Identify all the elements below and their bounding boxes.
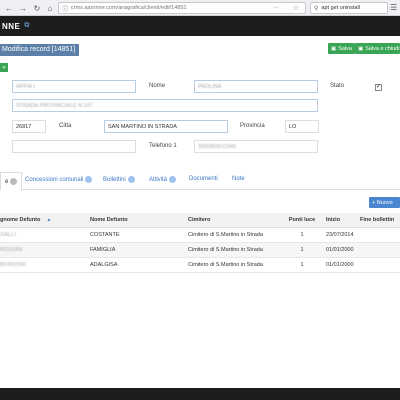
tab-note[interactable]: Note (232, 176, 245, 182)
count-badge (169, 176, 177, 183)
tab-attivita[interactable]: Attività (149, 176, 177, 183)
save-label: Salva (338, 45, 352, 52)
external-link-icon[interactable]: ⧉ (24, 22, 29, 30)
provincia-label: Provincia (240, 123, 265, 129)
col-fine[interactable]: Fine bollettin (358, 213, 400, 228)
defunti-table: gnome Defunto ▲ Nome Defunto Cimitero Pun… (0, 213, 400, 273)
count-badge (85, 176, 93, 183)
count-badge (127, 176, 135, 183)
col-nome[interactable]: Nome Defunto (86, 213, 184, 228)
save-close-button[interactable]: ▣ Salva e chiudi (355, 43, 400, 54)
telefono-label: Telefono 1 (149, 143, 177, 149)
app-header: NNE ⧉ (0, 16, 400, 36)
indirizzo-field[interactable]: STRADA PROVINCIALE N.107 (12, 99, 318, 112)
telefono-field[interactable]: 3356809/12345 (194, 140, 318, 153)
table-row[interactable]: BORDONI ADALGISA Cimitero di S.Martino i… (0, 257, 400, 273)
nome-label: Nome (149, 83, 166, 89)
search-text: apt get uninstall (321, 5, 360, 11)
save-icon: ▣ (331, 45, 337, 52)
url-bar[interactable]: ⓘ crms.aaronne.com/anagrafica/clienti/ed… (58, 2, 306, 14)
page-actions-icon[interactable]: ··· (273, 5, 279, 11)
save-close-label: Salva e chiudi (365, 45, 400, 52)
count-badge (10, 178, 18, 185)
browser-search-input[interactable]: ⚲ apt get uninstall (310, 2, 388, 14)
page-title: Modifica record [14851] (0, 44, 80, 56)
url-text: crms.aaronne.com/anagrafica/clienti/edit… (71, 5, 187, 11)
hamburger-icon[interactable]: ☰ (390, 3, 400, 12)
citta-label: Citta (59, 123, 72, 129)
col-punti-luce[interactable]: Punti luce (282, 213, 322, 228)
lock-icon: ⓘ (62, 6, 69, 13)
record-tabs: e Concessioni comunali Bollettini Attivi… (0, 172, 400, 191)
citta-field[interactable]: SAN MARTINO IN STRADA (104, 120, 228, 133)
extra-field[interactable] (12, 140, 136, 153)
reload-icon[interactable]: ↻ (30, 1, 44, 15)
stato-checkbox[interactable]: ✓ (375, 84, 382, 91)
tab-main[interactable]: e (0, 172, 23, 191)
col-cimitero[interactable]: Cimitero (184, 213, 282, 228)
nome-field[interactable]: PAOLINA (194, 80, 318, 93)
col-inizio[interactable]: Inizio (322, 213, 358, 228)
back-icon[interactable]: ← (2, 1, 16, 15)
new-button[interactable]: + Nuovo (369, 197, 400, 208)
search-icon: ⚲ (314, 5, 319, 12)
plus-icon: + (372, 199, 376, 206)
tab-bollettini[interactable]: Bollettini (103, 176, 135, 183)
table-header-row: gnome Defunto ▲ Nome Defunto Cimitero Pun… (0, 213, 400, 228)
star-icon[interactable]: ☆ (293, 4, 299, 12)
table-row[interactable]: ROSSINI FAMIGLIA Cimitero di S.Martino i… (0, 242, 400, 258)
provincia-field[interactable]: LO (285, 120, 319, 133)
browser-toolbar: ← → ↻ ⌂ ⓘ crms.aaronne.com/anagrafica/cl… (0, 0, 400, 16)
stato-label: Stato (330, 83, 345, 89)
brand-logo[interactable]: NNE (2, 22, 20, 31)
sort-up-icon: ▲ (46, 216, 52, 223)
col-cognome[interactable]: gnome Defunto ▲ (0, 213, 86, 228)
save-icon: ▣ (358, 45, 364, 52)
tab-concessioni[interactable]: Concessioni comunali (25, 176, 93, 183)
expand-toggle[interactable]: » (0, 63, 8, 72)
table-row[interactable]: GALLI COSTANTE Cimitero di S.Martino in … (0, 227, 400, 243)
home-icon[interactable]: ⌂ (43, 1, 57, 15)
cap-field[interactable]: 26817 (12, 120, 46, 133)
page-footer (0, 388, 400, 400)
tab-documenti[interactable]: Documenti (189, 176, 218, 182)
save-button[interactable]: ▣ Salva (328, 43, 355, 54)
forward-icon[interactable]: → (16, 1, 30, 15)
cognome-field[interactable]: APPIA I (12, 80, 136, 93)
